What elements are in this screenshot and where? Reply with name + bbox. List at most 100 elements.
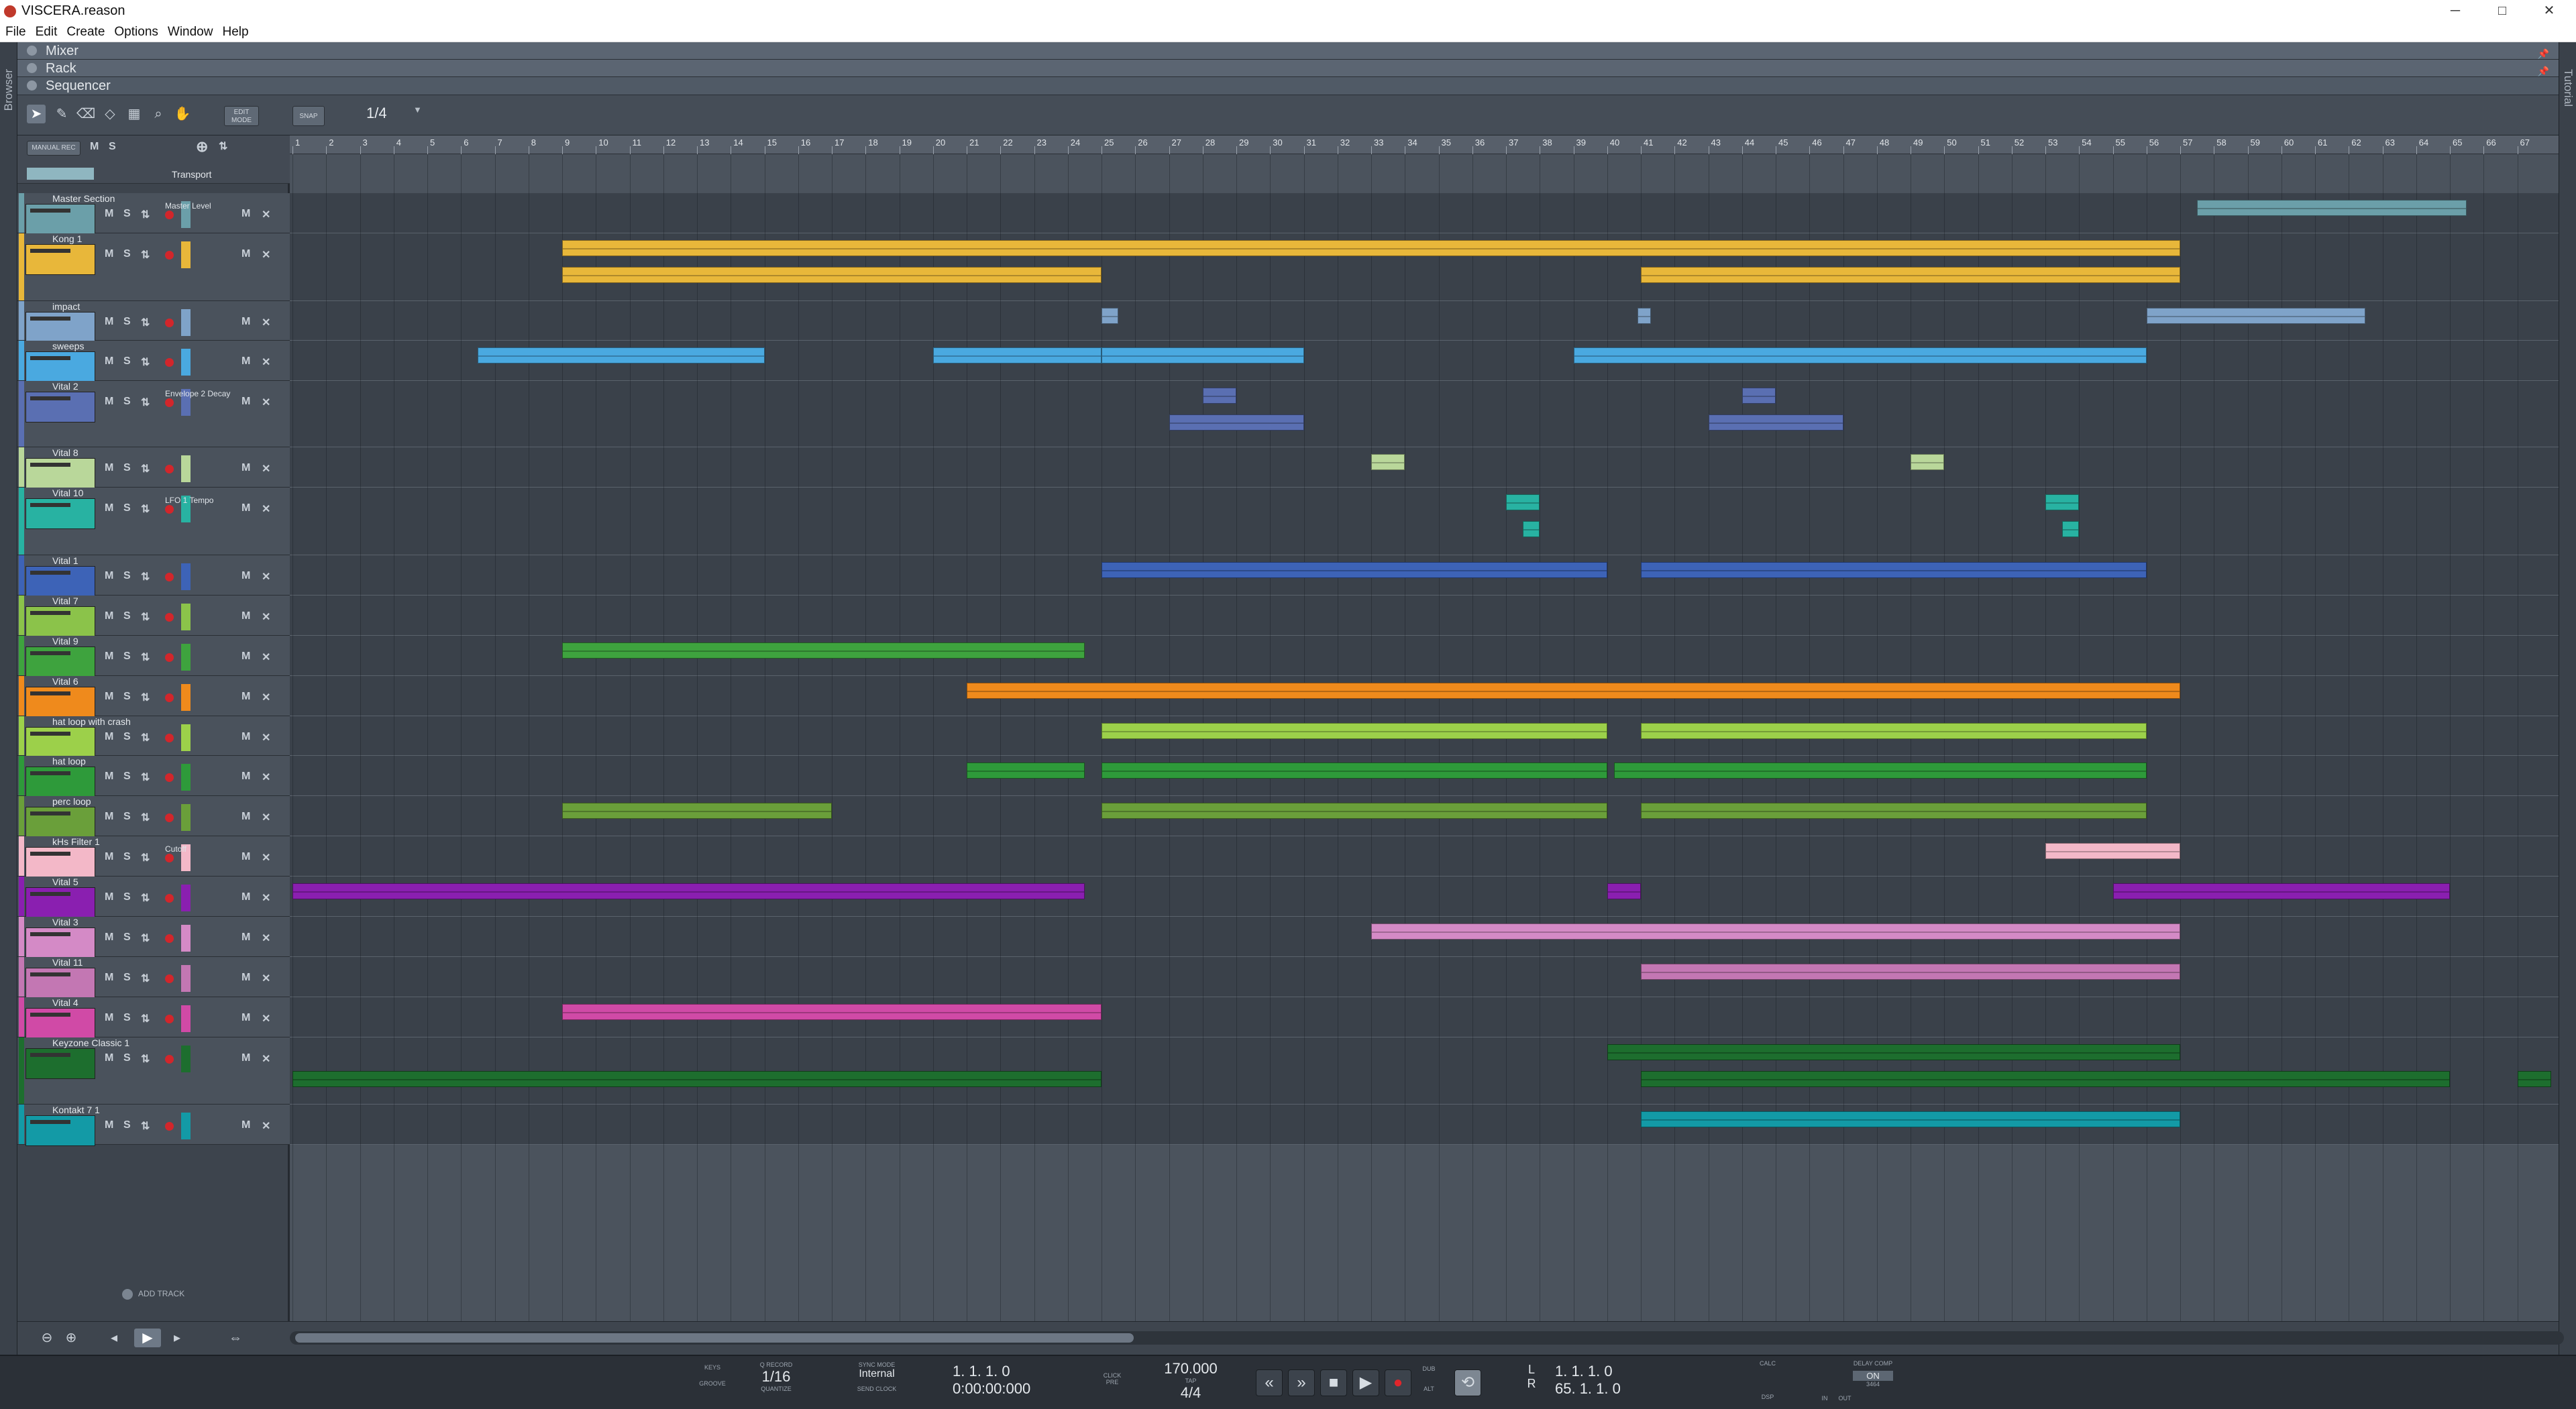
scroll-left-icon[interactable]: ◂ (105, 1329, 123, 1347)
delete-lane-icon[interactable]: ✕ (262, 731, 270, 744)
loop-left-value[interactable]: 1. 1. 1. 0 (1555, 1363, 1696, 1380)
lane-mute-button[interactable]: M (241, 651, 250, 663)
delay-comp-toggle[interactable]: ON (1853, 1371, 1893, 1381)
clip[interactable] (2112, 883, 2450, 899)
scrollbar-thumb[interactable] (295, 1333, 1134, 1343)
record-enable-icon[interactable] (165, 813, 174, 822)
tempo-group[interactable]: 170.000 TAP 4/4 (1154, 1360, 1228, 1402)
clip[interactable] (1641, 964, 2180, 980)
fast-forward-button[interactable]: » (1288, 1369, 1315, 1396)
track-header[interactable]: perc loop M S ⇅ M ✕ (17, 796, 290, 838)
solo-button[interactable]: S (123, 932, 131, 944)
mute-button[interactable]: M (105, 771, 113, 783)
track-name[interactable]: Vital 7 (52, 596, 78, 606)
solo-button[interactable]: S (123, 691, 131, 703)
automation-icon[interactable]: ⇅ (141, 972, 150, 985)
solo-button[interactable]: S (123, 570, 131, 582)
mute-button[interactable]: M (105, 208, 113, 220)
clip[interactable] (967, 683, 2180, 699)
automation-icon[interactable]: ⇅ (141, 610, 150, 624)
delete-lane-icon[interactable]: ✕ (262, 248, 270, 262)
loop-right-value[interactable]: 65. 1. 1. 0 (1555, 1380, 1696, 1398)
time-display[interactable]: 0:00:00:000 (953, 1380, 1080, 1398)
track-name[interactable]: Vital 4 (52, 997, 78, 1008)
clip[interactable] (1741, 388, 1776, 404)
clip[interactable] (562, 267, 1102, 283)
horizontal-scrollbar[interactable] (290, 1331, 2564, 1345)
solo-button[interactable]: S (123, 811, 131, 823)
track-header[interactable]: Keyzone Classic 1 M S ⇅ M ✕ (17, 1037, 290, 1105)
automation-icon[interactable]: ⇅ (141, 851, 150, 864)
track-header[interactable]: Kong 1 M S ⇅ M ✕ (17, 233, 290, 301)
clip[interactable] (292, 1071, 1102, 1087)
clip[interactable] (1641, 723, 2147, 739)
lane-mute-button[interactable]: M (241, 851, 250, 863)
track-name[interactable]: Vital 2 (52, 381, 78, 392)
clip[interactable] (1102, 723, 1607, 739)
solo-button[interactable]: S (123, 610, 131, 622)
snap-button[interactable]: SNAP (292, 106, 325, 126)
track-header[interactable]: Vital 7 M S ⇅ M ✕ (17, 596, 290, 637)
device-thumbnail[interactable] (25, 606, 95, 637)
record-enable-icon[interactable] (165, 1055, 174, 1064)
manual-rec-button[interactable]: MANUAL REC (27, 141, 80, 156)
play-button[interactable]: ▶ (1352, 1369, 1379, 1396)
delete-lane-icon[interactable]: ✕ (262, 570, 270, 583)
add-icon[interactable]: ⊕ (196, 138, 208, 156)
record-enable-icon[interactable] (165, 505, 174, 514)
menu-help[interactable]: Help (222, 25, 248, 40)
clip[interactable] (1641, 562, 2147, 578)
track-header[interactable]: Vital 8 M S ⇅ M ✕ (17, 447, 290, 489)
track-header[interactable]: Vital 3 M S ⇅ M ✕ (17, 917, 290, 958)
solo-button[interactable]: S (123, 355, 131, 368)
mute-button[interactable]: M (105, 651, 113, 663)
tutorial-strip[interactable]: Tutorial (2559, 42, 2576, 1355)
automation-icon[interactable]: ⇅ (141, 462, 150, 475)
stop-button[interactable]: ■ (1320, 1369, 1347, 1396)
magnify-tool-icon[interactable]: ⌕ (149, 105, 168, 123)
device-thumbnail[interactable] (25, 646, 95, 677)
record-enable-icon[interactable] (165, 573, 174, 581)
lane-mute-button[interactable]: M (241, 396, 250, 408)
mute-all-button[interactable]: M (90, 141, 99, 153)
lane-mute-button[interactable]: M (241, 932, 250, 944)
mute-button[interactable]: M (105, 462, 113, 474)
record-enable-icon[interactable] (165, 854, 174, 862)
clip[interactable] (2146, 308, 2366, 324)
delete-lane-icon[interactable]: ✕ (262, 972, 270, 985)
mute-button[interactable]: M (105, 502, 113, 514)
zoom-out-icon[interactable]: ⊖ (38, 1329, 56, 1347)
record-enable-icon[interactable] (165, 613, 174, 622)
scroll-right-icon[interactable]: ▸ (168, 1329, 186, 1347)
clip[interactable] (1641, 1071, 2450, 1087)
mute-tool-icon[interactable]: ▦ (125, 105, 144, 123)
clip[interactable] (1708, 414, 1843, 431)
automation-icon[interactable]: ⇅ (141, 1119, 150, 1133)
sync-group[interactable]: SYNC MODE Internal SEND CLOCK (847, 1361, 907, 1392)
clip[interactable] (1641, 267, 2180, 283)
browser-label[interactable]: Browser (2, 69, 15, 111)
lane-mute-button[interactable]: M (241, 731, 250, 743)
loop-locators[interactable]: 1. 1. 1. 0 65. 1. 1. 0 (1555, 1363, 1696, 1398)
track-header[interactable]: sweeps M S ⇅ M ✕ (17, 341, 290, 382)
delete-lane-icon[interactable]: ✕ (262, 651, 270, 664)
solo-button[interactable]: S (123, 771, 131, 783)
clip[interactable] (2045, 843, 2180, 859)
track-header[interactable]: Vital 4 M S ⇅ M ✕ (17, 997, 290, 1039)
record-enable-icon[interactable] (165, 773, 174, 782)
lane-mute-button[interactable]: M (241, 570, 250, 582)
record-enable-icon[interactable] (165, 319, 174, 327)
dub-label[interactable]: DUB (1417, 1365, 1441, 1372)
mute-button[interactable]: M (105, 1012, 113, 1024)
device-thumbnail[interactable] (25, 687, 95, 718)
browser-strip[interactable]: Browser (0, 42, 17, 1355)
track-name[interactable]: Vital 5 (52, 877, 78, 887)
automation-icon[interactable]: ⇅ (141, 316, 150, 329)
zoom-in-icon[interactable]: ⊕ (62, 1329, 80, 1347)
clip[interactable] (1613, 763, 2147, 779)
clip[interactable] (562, 642, 1085, 659)
send-clock-label[interactable]: SEND CLOCK (847, 1386, 907, 1392)
time-signature[interactable]: 4/4 (1154, 1384, 1228, 1402)
clip[interactable] (1102, 763, 1607, 779)
record-enable-icon[interactable] (165, 1122, 174, 1131)
